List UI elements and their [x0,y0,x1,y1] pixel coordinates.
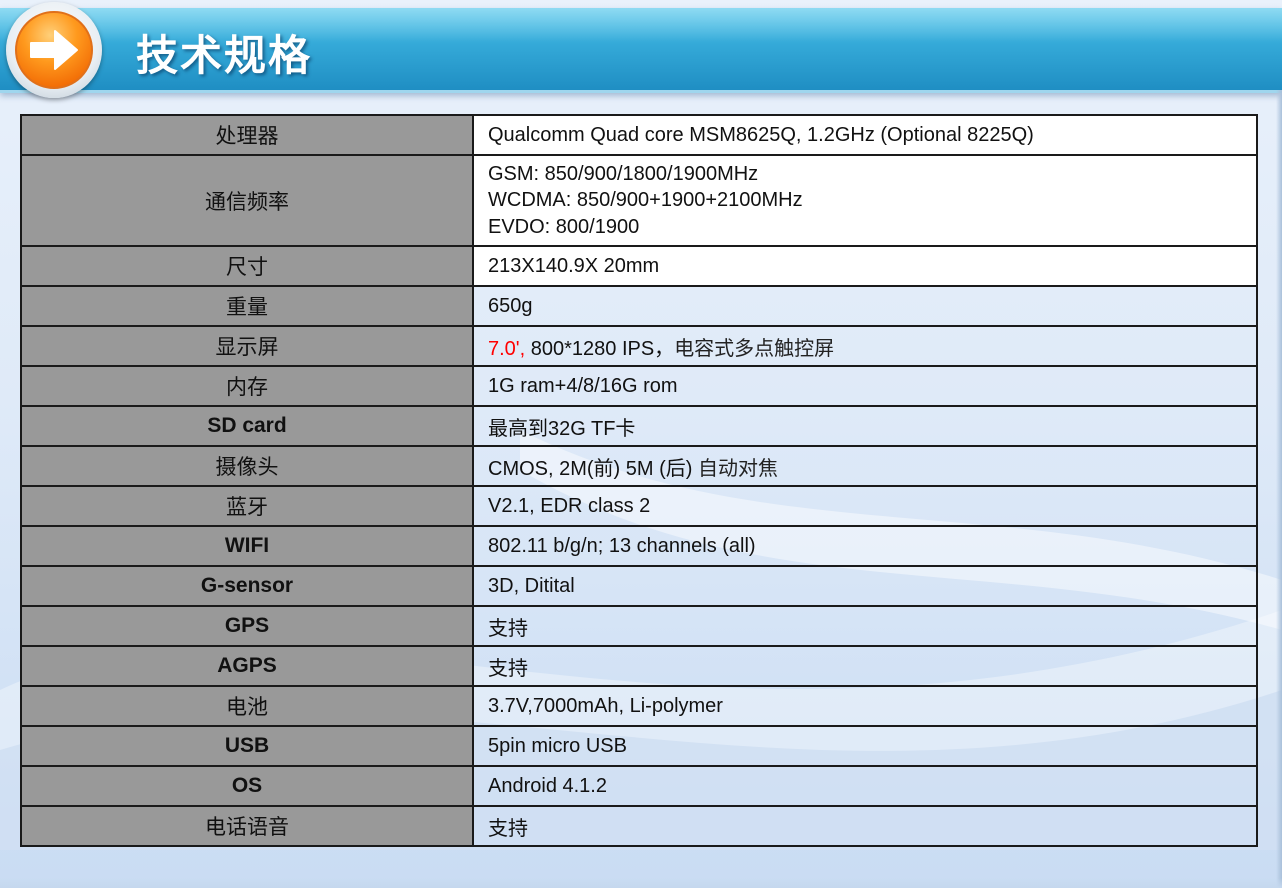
table-row: AGPS 支持 [20,645,1258,687]
arrow-badge-circle [15,11,93,89]
spec-value-text-cjk: 自动对焦 [698,455,778,480]
spec-label: G-sensor [20,565,474,607]
spec-value: 802.11 b/g/n; 13 channels (all) [472,525,1258,567]
spec-value: 支持 [472,605,1258,647]
spec-label: 摄像头 [20,445,474,487]
spec-value: 7.0', 800*1280 IPS，电容式多点触控屏 [472,325,1258,367]
slide-bottom-edge [0,878,1282,888]
spec-value-line: WCDMA: 850/900+1900+2100MHz [488,189,803,212]
table-row: SD card 最高到32G TF卡 [20,405,1258,447]
spec-value: Qualcomm Quad core MSM8625Q, 1.2GHz (Opt… [472,114,1258,156]
header-band: 技术规格 [0,8,1282,93]
spec-label: USB [20,725,474,767]
spec-value: 213X140.9X 20mm [472,245,1258,287]
table-row: 尺寸 213X140.9X 20mm [20,245,1258,287]
spec-value: 最高到32G TF卡 [472,405,1258,447]
table-row: 内存 1G ram+4/8/16G rom [20,365,1258,407]
table-row: 重量 650g [20,285,1258,327]
spec-label: 内存 [20,365,474,407]
spec-value: 3.7V,7000mAh, Li-polymer [472,685,1258,727]
table-row: 摄像头 CMOS, 2M(前) 5M (后) 自动对焦 [20,445,1258,487]
table-row: USB 5pin micro USB [20,725,1258,767]
table-row: WIFI 802.11 b/g/n; 13 channels (all) [20,525,1258,567]
spec-value: 5pin micro USB [472,725,1258,767]
table-row: GPS 支持 [20,605,1258,647]
spec-value: V2.1, EDR class 2 [472,485,1258,527]
slide: 技术规格 处理器 Qualcomm Quad core MSM8625Q, 1.… [0,0,1282,888]
spec-label: 电池 [20,685,474,727]
spec-label: AGPS [20,645,474,687]
spec-label: 处理器 [20,114,474,156]
spec-label: 通信频率 [20,154,474,247]
spec-value: Android 4.1.2 [472,765,1258,807]
table-row: 电话语音 支持 [20,805,1258,847]
spec-table: 处理器 Qualcomm Quad core MSM8625Q, 1.2GHz … [20,114,1258,847]
spec-value-text-cjk: 电容式多点触控屏 [674,335,835,360]
table-row: 显示屏 7.0', 800*1280 IPS，电容式多点触控屏 [20,325,1258,367]
spec-label: 重量 [20,285,474,327]
page-title: 技术规格 [136,31,313,80]
spec-label: SD card [20,405,474,447]
spec-label: 显示屏 [20,325,474,367]
spec-value: CMOS, 2M(前) 5M (后) 自动对焦 [472,445,1258,487]
spec-label: GPS [20,605,474,647]
table-row: 蓝牙 V2.1, EDR class 2 [20,485,1258,527]
spec-label: OS [20,765,474,807]
spec-value: 1G ram+4/8/16G rom [472,365,1258,407]
slide-right-edge [1276,90,1282,888]
spec-value-text: 800*1280 IPS， [525,337,675,360]
spec-value: 3D, Ditital [472,565,1258,607]
spec-value-text: CMOS, 2M(前) 5M (后) [488,457,698,480]
table-row: 电池 3.7V,7000mAh, Li-polymer [20,685,1258,727]
spec-value: 支持 [472,645,1258,687]
spec-value: 650g [472,285,1258,327]
table-row: OS Android 4.1.2 [20,765,1258,807]
table-row: G-sensor 3D, Ditital [20,565,1258,607]
spec-label: 尺寸 [20,245,474,287]
spec-label: 电话语音 [20,805,474,847]
spec-label: WIFI [20,525,474,567]
spec-value: GSM: 850/900/1800/1900MHz WCDMA: 850/900… [472,154,1258,247]
spec-value: 支持 [472,805,1258,847]
spec-value-line: GSM: 850/900/1800/1900MHz [488,162,759,185]
table-row: 处理器 Qualcomm Quad core MSM8625Q, 1.2GHz … [20,114,1258,156]
arrow-badge [6,2,102,98]
spec-label: 蓝牙 [20,485,474,527]
spec-value-line: EVDO: 800/1900 [488,215,640,238]
arrow-right-icon [30,30,78,70]
spec-value-highlight: 7.0', [488,337,526,360]
table-row: 通信频率 GSM: 850/900/1800/1900MHz WCDMA: 85… [20,154,1258,247]
